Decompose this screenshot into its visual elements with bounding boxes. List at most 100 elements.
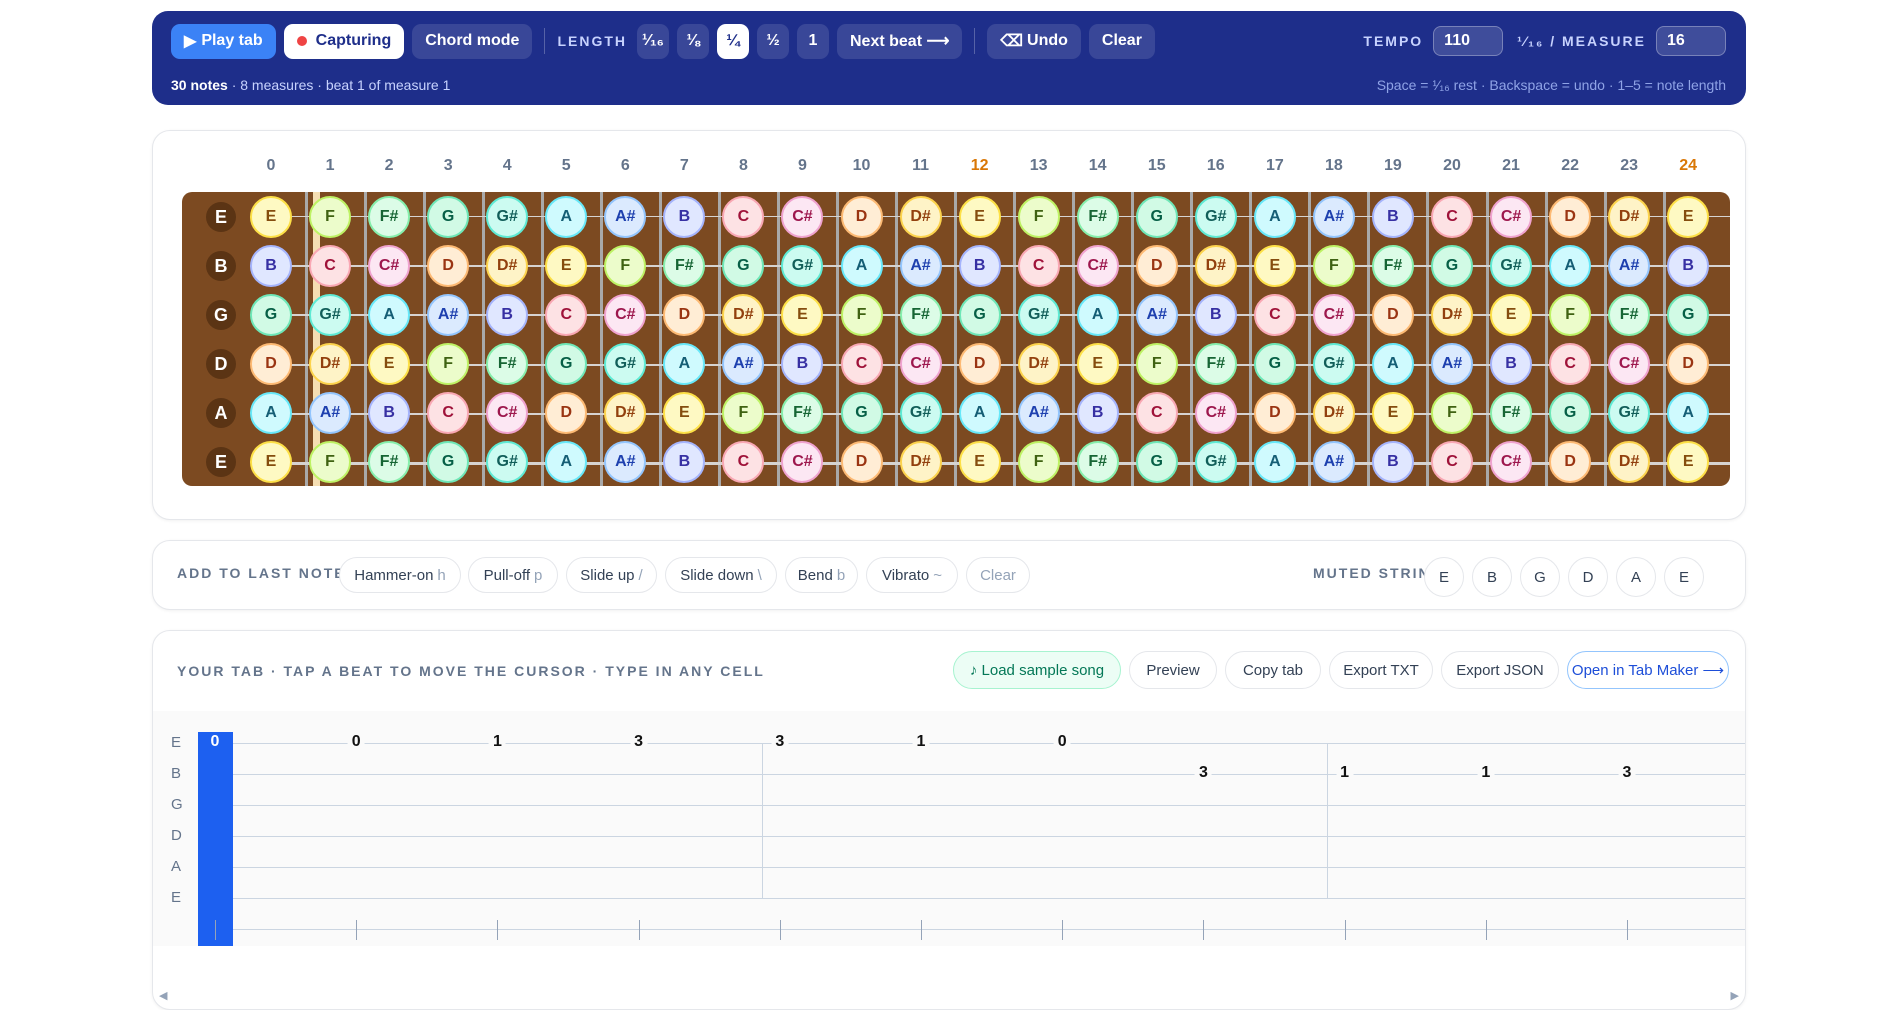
fret-note-button[interactable]: C	[1017, 245, 1060, 287]
tab-note-cell[interactable]: 3	[1618, 764, 1636, 782]
pull-off-button[interactable]: Pull-off p	[468, 557, 558, 593]
fret-note-button[interactable]: G#	[1017, 294, 1060, 336]
fret-note-button[interactable]: E	[545, 245, 588, 287]
fret-note-button[interactable]: F	[309, 441, 352, 483]
fret-note-button[interactable]: G	[722, 245, 765, 287]
mute-string-g-button[interactable]: G	[1520, 557, 1560, 597]
fret-note-button[interactable]: B	[1076, 392, 1119, 434]
fret-note-button[interactable]: A#	[309, 392, 352, 434]
fret-note-button[interactable]: G#	[1194, 196, 1237, 238]
fret-note-button[interactable]: D#	[722, 294, 765, 336]
fret-note-button[interactable]: A#	[1312, 196, 1355, 238]
fret-note-button[interactable]: D	[427, 245, 470, 287]
tab-cursor[interactable]	[198, 732, 233, 946]
fret-note-button[interactable]: F	[604, 245, 647, 287]
fret-note-button[interactable]: B	[1490, 343, 1533, 385]
fret-note-button[interactable]: D#	[1431, 294, 1473, 336]
fret-note-button[interactable]: E	[1371, 392, 1414, 434]
fret-note-button[interactable]: F	[1135, 343, 1178, 385]
fret-note-button[interactable]: D#	[899, 441, 942, 483]
fret-note-button[interactable]: A#	[1608, 245, 1651, 287]
fret-note-button[interactable]: G	[545, 343, 588, 385]
load-sample-song-button[interactable]: ♪ Load sample song	[953, 651, 1121, 689]
fret-note-button[interactable]: A#	[722, 343, 765, 385]
fret-note-button[interactable]: E	[1253, 245, 1296, 287]
tab-staff[interactable]: EBGDAE00133103113	[153, 711, 1745, 946]
fret-note-button[interactable]: A	[1371, 343, 1414, 385]
fret-note-button[interactable]: A	[250, 392, 292, 434]
capturing-toggle[interactable]: Capturing	[283, 23, 405, 59]
fret-note-button[interactable]: E	[1076, 343, 1119, 385]
fret-note-button[interactable]: B	[368, 392, 411, 434]
fret-note-button[interactable]: G#	[1608, 392, 1651, 434]
fret-note-button[interactable]: G	[427, 196, 470, 238]
fret-note-button[interactable]: B	[486, 294, 529, 336]
fret-note-button[interactable]: F	[427, 343, 470, 385]
fret-note-button[interactable]: G#	[899, 392, 942, 434]
fret-note-button[interactable]: C	[1135, 392, 1178, 434]
fret-note-button[interactable]: G#	[781, 245, 824, 287]
tab-note-cell[interactable]: 3	[771, 733, 789, 751]
fret-note-button[interactable]: G	[1549, 392, 1592, 434]
tab-note-cell[interactable]: 1	[1336, 764, 1354, 782]
fret-note-button[interactable]: A	[545, 196, 588, 238]
slide-up-button[interactable]: Slide up /	[566, 557, 657, 593]
fret-note-button[interactable]: B	[958, 245, 1001, 287]
fret-note-button[interactable]: D	[840, 196, 883, 238]
fret-note-button[interactable]: B	[663, 196, 706, 238]
fret-note-button[interactable]: D	[1371, 294, 1414, 336]
fret-note-button[interactable]: F#	[899, 294, 942, 336]
fret-note-button[interactable]: C#	[1608, 343, 1651, 385]
export-json-button[interactable]: Export JSON	[1441, 651, 1559, 689]
beat-tick[interactable]	[1485, 920, 1487, 940]
clear-button[interactable]: Clear	[1088, 23, 1155, 59]
fret-note-button[interactable]: B	[1371, 196, 1414, 238]
tab-note-cell[interactable]: 1	[488, 733, 506, 751]
fret-note-button[interactable]: D#	[486, 245, 529, 287]
beat-tick[interactable]	[1344, 920, 1346, 940]
fret-note-button[interactable]: C	[427, 392, 470, 434]
fret-note-button[interactable]: F	[309, 196, 352, 238]
length-whole-button[interactable]: 1	[797, 23, 829, 59]
fret-note-button[interactable]: G#	[1312, 343, 1355, 385]
per-measure-input[interactable]: 16	[1656, 26, 1726, 56]
fret-note-button[interactable]: D#	[1312, 392, 1355, 434]
tab-note-cell[interactable]: 1	[912, 733, 930, 751]
clear-technique-button[interactable]: Clear	[966, 557, 1030, 593]
beat-tick[interactable]	[497, 920, 499, 940]
fret-note-button[interactable]: G	[427, 441, 470, 483]
fret-note-button[interactable]: F	[722, 392, 765, 434]
fret-note-button[interactable]: C	[840, 343, 883, 385]
length-quarter-button[interactable]: ¼	[717, 23, 749, 59]
fret-note-button[interactable]: A	[663, 343, 706, 385]
preview-button[interactable]: Preview	[1129, 651, 1217, 689]
fret-note-button[interactable]: D#	[1017, 343, 1060, 385]
tab-note-cell[interactable]: 0	[207, 733, 224, 751]
fret-note-button[interactable]: C#	[604, 294, 647, 336]
undo-button[interactable]: ⌫ Undo	[987, 23, 1081, 59]
fret-note-button[interactable]: E	[250, 196, 292, 238]
scroll-right-arrow-icon[interactable]: ▶	[1731, 989, 1739, 1002]
fret-note-button[interactable]: D	[1549, 196, 1592, 238]
fret-note-button[interactable]: G#	[309, 294, 352, 336]
fret-note-button[interactable]: D#	[1608, 441, 1651, 483]
fret-note-button[interactable]: D	[1253, 392, 1296, 434]
fret-note-button[interactable]: A#	[604, 196, 647, 238]
fret-note-button[interactable]: F	[1431, 392, 1473, 434]
fret-note-button[interactable]: C	[1253, 294, 1296, 336]
fret-note-button[interactable]: C#	[781, 441, 824, 483]
beat-tick[interactable]	[356, 920, 358, 940]
fret-note-button[interactable]: E	[781, 294, 824, 336]
fret-note-button[interactable]: A#	[427, 294, 470, 336]
fret-note-button[interactable]: D#	[604, 392, 647, 434]
hammer-on-button[interactable]: Hammer-on h	[339, 557, 461, 593]
fret-note-button[interactable]: B	[1194, 294, 1237, 336]
fret-note-button[interactable]: D#	[899, 196, 942, 238]
fret-note-button[interactable]: B	[1667, 245, 1710, 287]
fret-note-button[interactable]: G	[1135, 196, 1178, 238]
fret-note-button[interactable]: A	[1076, 294, 1119, 336]
scroll-left-arrow-icon[interactable]: ◀	[159, 989, 167, 1002]
fret-note-button[interactable]: D	[1667, 343, 1710, 385]
fret-note-button[interactable]: A#	[1312, 441, 1355, 483]
fret-note-button[interactable]: G#	[486, 196, 529, 238]
